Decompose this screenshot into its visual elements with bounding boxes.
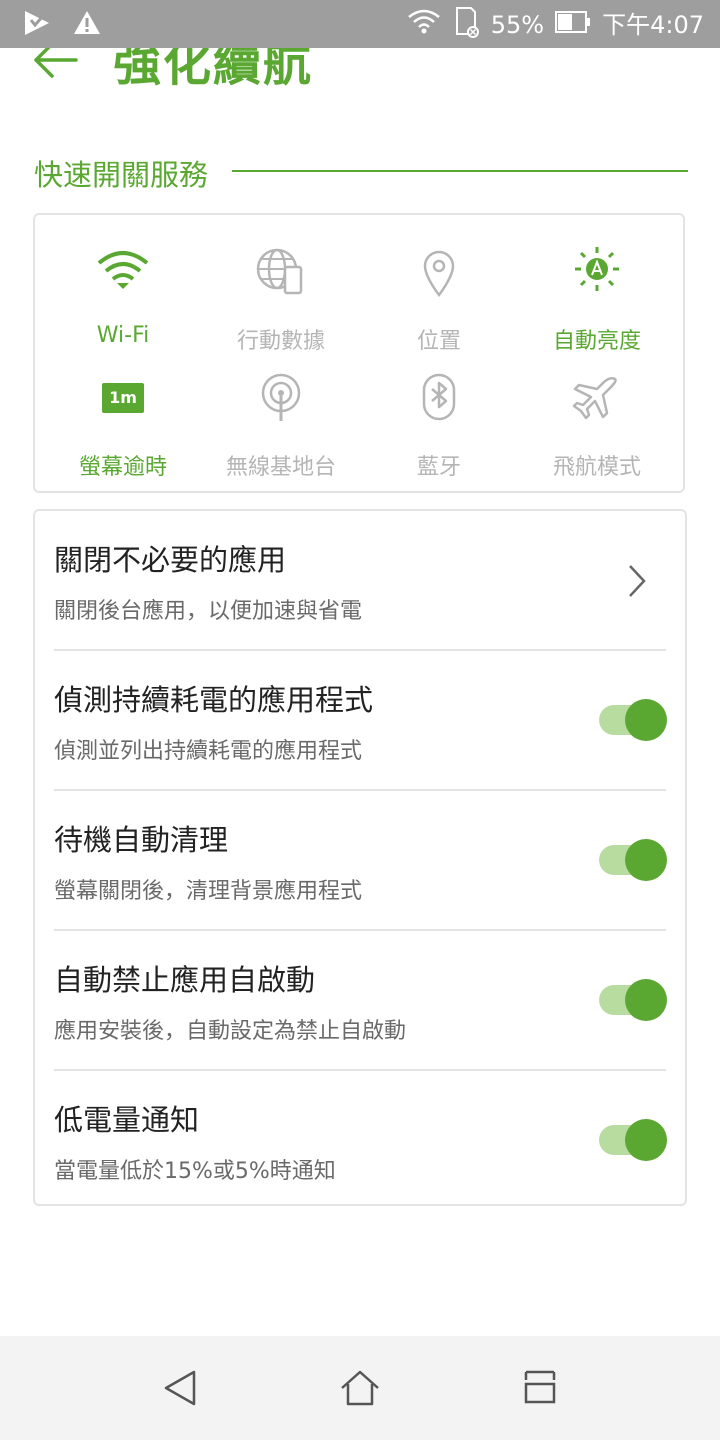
quick-toggle-label: 飛航模式 <box>552 455 641 480</box>
quick-toggle-label: 螢幕逾時 <box>78 455 167 480</box>
toggle-knob <box>625 979 667 1021</box>
quick-toggle-label: Wi-Fi <box>96 323 150 348</box>
warning-icon <box>72 8 102 42</box>
quick-toggle-location[interactable]: 位置 <box>359 245 519 355</box>
battery-percent: 55% <box>490 11 545 39</box>
recents-nav-icon <box>516 1370 564 1416</box>
back-arrow-icon <box>30 42 82 90</box>
nav-home-button[interactable] <box>336 1364 384 1412</box>
setting-title: 低電量通知 <box>54 1103 200 1137</box>
screen-timeout-icon: 1m <box>102 383 144 413</box>
setting-subtitle: 關閉後台應用，以便加速與省電 <box>54 599 363 624</box>
setting-title: 關閉不必要的應用 <box>54 543 287 577</box>
sd-card-icon <box>451 6 481 44</box>
settings-card: 關閉不必要的應用 關閉後台應用，以便加速與省電 偵測持續耗電的應用程式 偵測並列… <box>33 509 687 1206</box>
quick-toggle-bluetooth[interactable]: 藍牙 <box>359 371 519 481</box>
mobile-data-icon <box>253 245 309 301</box>
play-icon <box>22 8 52 42</box>
toggle-knob <box>625 1119 667 1161</box>
status-bar: 55% 下午4:07 <box>0 0 720 48</box>
back-nav-icon <box>156 1370 204 1416</box>
home-nav-icon <box>336 1370 384 1416</box>
bluetooth-icon <box>411 371 467 427</box>
wifi-icon <box>407 7 441 43</box>
setting-row-block-autostart[interactable]: 自動禁止應用自啟動 應用安裝後，自動設定為禁止自啟動 <box>35 931 685 1071</box>
setting-row-detect-drain[interactable]: 偵測持續耗電的應用程式 偵測並列出持續耗電的應用程式 <box>35 651 685 791</box>
block-autostart-toggle[interactable] <box>595 979 667 1021</box>
wifi-icon <box>95 245 151 301</box>
airplane-icon <box>569 371 625 427</box>
setting-title: 偵測持續耗電的應用程式 <box>54 683 374 717</box>
location-icon <box>411 245 467 301</box>
setting-title: 自動禁止應用自啟動 <box>54 963 316 997</box>
quick-toggle-label: 無線基地台 <box>225 455 336 480</box>
quick-toggle-label: 自動亮度 <box>552 329 641 354</box>
setting-row-low-battery[interactable]: 低電量通知 當電量低於15%或5%時通知 <box>35 1071 685 1211</box>
setting-subtitle: 當電量低於15%或5%時通知 <box>54 1159 336 1184</box>
quick-toggle-label: 藍牙 <box>416 455 461 480</box>
setting-subtitle: 偵測並列出持續耗電的應用程式 <box>54 739 363 764</box>
setting-subtitle: 螢幕關閉後，清理背景應用程式 <box>54 879 363 904</box>
toggle-knob <box>625 839 667 881</box>
hotspot-icon <box>253 371 309 427</box>
quick-toggle-label: 位置 <box>416 329 461 354</box>
quick-toggle-mobile-data[interactable]: 行動數據 <box>201 245 361 355</box>
quick-toggle-airplane-mode[interactable]: 飛航模式 <box>517 371 677 481</box>
section-title: 快速開關服務 <box>34 158 209 192</box>
quick-toggle-wifi[interactable]: Wi-Fi <box>43 245 203 355</box>
low-battery-toggle[interactable] <box>595 1119 667 1161</box>
quick-settings-card: Wi-Fi 行動數據 位置 自動亮度 1m 螢幕逾時 無線基地台 藍牙 飛航模式 <box>33 213 685 493</box>
setting-row-standby-clean[interactable]: 待機自動清理 螢幕關閉後，清理背景應用程式 <box>35 791 685 931</box>
toggle-knob <box>625 699 667 741</box>
detect-drain-toggle[interactable] <box>595 699 667 741</box>
nav-back-button[interactable] <box>156 1364 204 1412</box>
quick-toggle-label: 行動數據 <box>236 329 325 354</box>
quick-toggle-auto-brightness[interactable]: 自動亮度 <box>517 245 677 355</box>
setting-subtitle: 應用安裝後，自動設定為禁止自啟動 <box>54 1019 407 1044</box>
setting-title: 待機自動清理 <box>54 823 229 857</box>
setting-row-close-apps[interactable]: 關閉不必要的應用 關閉後台應用，以便加速與省電 <box>35 511 685 651</box>
quick-toggle-screen-timeout[interactable]: 1m 螢幕逾時 <box>43 371 203 481</box>
quick-toggle-hotspot[interactable]: 無線基地台 <box>201 371 361 481</box>
battery-icon <box>554 9 592 41</box>
clock: 下午4:07 <box>602 11 704 39</box>
standby-clean-toggle[interactable] <box>595 839 667 881</box>
nav-recents-button[interactable] <box>516 1364 564 1412</box>
navigation-bar <box>0 1336 720 1440</box>
chevron-right-icon <box>627 563 647 599</box>
auto-brightness-icon <box>569 245 625 301</box>
section-divider <box>232 170 688 172</box>
